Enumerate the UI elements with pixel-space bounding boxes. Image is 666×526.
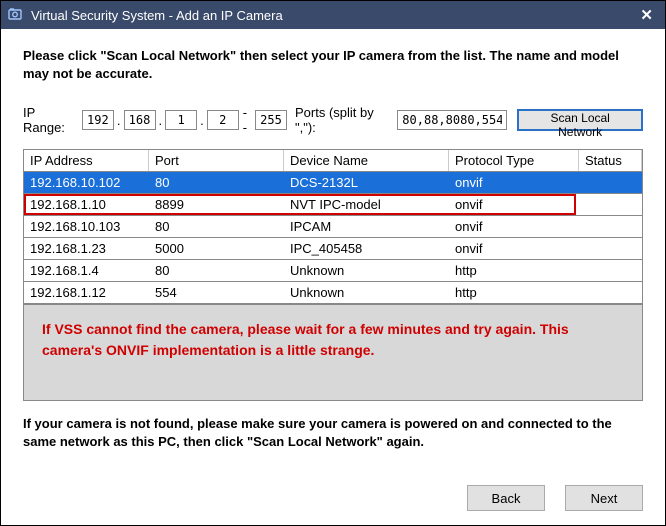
dot: . [159, 113, 163, 128]
table-cell: 192.168.1.4 [24, 260, 149, 281]
table-cell: http [449, 282, 579, 303]
col-port[interactable]: Port [149, 150, 284, 171]
table-cell: 80 [149, 216, 284, 237]
table-row[interactable]: 192.168.10.10380IPCAMonvif [24, 216, 642, 238]
table-cell: 8899 [149, 194, 284, 215]
table-cell [579, 194, 642, 215]
ip-octet-4[interactable] [207, 110, 239, 130]
table-cell [579, 238, 642, 259]
table-cell: 554 [149, 282, 284, 303]
dash: -- [243, 105, 251, 135]
wizard-footer: Back Next [23, 485, 643, 511]
note-text: If VSS cannot find the camera, please wa… [42, 319, 624, 360]
table-cell [579, 216, 642, 237]
col-name[interactable]: Device Name [284, 150, 449, 171]
table-cell: http [449, 260, 579, 281]
content-area: Please click "Scan Local Network" then s… [1, 29, 665, 451]
table-cell: onvif [449, 172, 579, 193]
table-row[interactable]: 192.168.1.480Unknownhttp [24, 260, 642, 282]
camera-grid: IP Address Port Device Name Protocol Typ… [23, 149, 643, 304]
next-button[interactable]: Next [565, 485, 643, 511]
camera-app-icon [7, 6, 25, 24]
table-cell: Unknown [284, 282, 449, 303]
ip-octet-2[interactable] [124, 110, 156, 130]
table-cell: 192.168.1.10 [24, 194, 149, 215]
ip-octet-3[interactable] [165, 110, 197, 130]
dot: . [200, 113, 204, 128]
ports-input[interactable] [397, 110, 507, 130]
table-cell: IPC_405458 [284, 238, 449, 259]
table-cell [579, 172, 642, 193]
table-cell: 5000 [149, 238, 284, 259]
col-proto[interactable]: Protocol Type [449, 150, 579, 171]
table-row[interactable]: 192.168.1.235000IPC_405458onvif [24, 238, 642, 260]
table-row[interactable]: 192.168.1.108899NVT IPC-modelonvif [24, 194, 642, 216]
col-ip[interactable]: IP Address [24, 150, 149, 171]
table-cell: Unknown [284, 260, 449, 281]
table-cell [579, 260, 642, 281]
ip-octet-1[interactable] [82, 110, 114, 130]
ip-range-row: IP Range: . . . -- Ports (split by ","):… [23, 105, 643, 135]
col-status[interactable]: Status [579, 150, 642, 171]
table-cell: NVT IPC-model [284, 194, 449, 215]
table-cell: 80 [149, 172, 284, 193]
table-cell: onvif [449, 194, 579, 215]
ip-octet-end[interactable] [255, 110, 287, 130]
window-title: Virtual Security System - Add an IP Came… [31, 8, 283, 23]
table-cell: DCS-2132L [284, 172, 449, 193]
table-cell [579, 282, 642, 303]
note-box: If VSS cannot find the camera, please wa… [23, 304, 643, 401]
table-row[interactable]: 192.168.1.12554Unknownhttp [24, 282, 642, 304]
instructions-bottom: If your camera is not found, please make… [23, 415, 643, 451]
scan-local-network-button[interactable]: Scan Local Network [517, 109, 643, 131]
grid-header-row: IP Address Port Device Name Protocol Typ… [24, 150, 642, 172]
table-row[interactable]: 192.168.10.10280DCS-2132Lonvif [24, 172, 642, 194]
dot: . [117, 113, 121, 128]
table-cell: 192.168.10.102 [24, 172, 149, 193]
back-button[interactable]: Back [467, 485, 545, 511]
table-cell: 80 [149, 260, 284, 281]
instructions-top: Please click "Scan Local Network" then s… [23, 47, 643, 83]
table-cell: 192.168.1.12 [24, 282, 149, 303]
close-icon[interactable]: ✕ [634, 6, 659, 24]
ip-range-label: IP Range: [23, 105, 78, 135]
table-cell: onvif [449, 238, 579, 259]
ports-label: Ports (split by ","): [295, 105, 393, 135]
table-cell: IPCAM [284, 216, 449, 237]
table-cell: onvif [449, 216, 579, 237]
table-cell: 192.168.10.103 [24, 216, 149, 237]
title-bar: Virtual Security System - Add an IP Came… [1, 1, 665, 29]
table-cell: 192.168.1.23 [24, 238, 149, 259]
